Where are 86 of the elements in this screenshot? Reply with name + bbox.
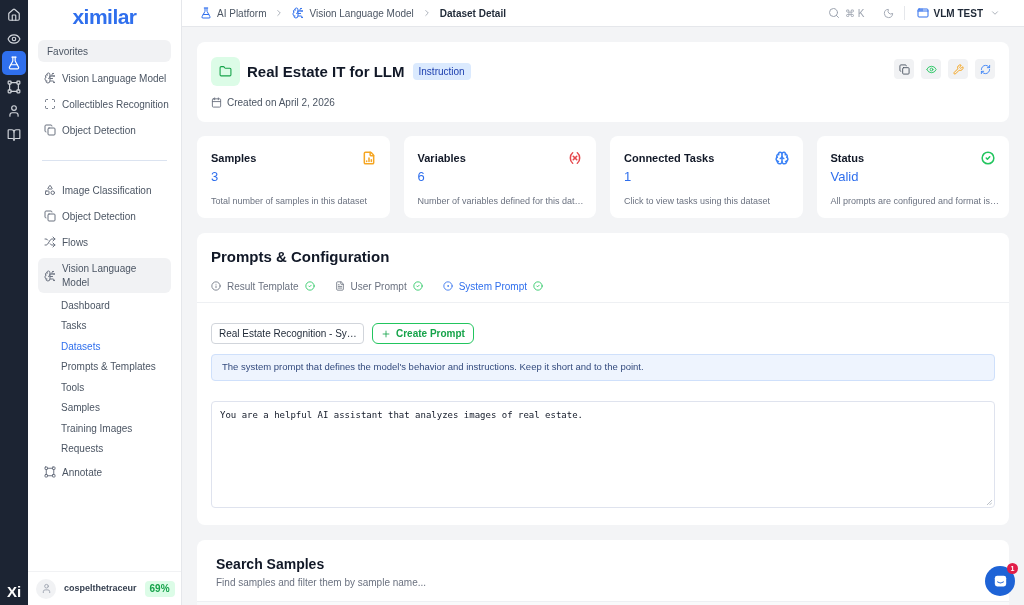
stat-description: Click to view tasks using this dataset: [624, 195, 771, 207]
moon-icon: [882, 7, 894, 19]
section-subtitle: Find samples and filter them by sample name...: [216, 576, 427, 589]
theme-toggle[interactable]: [882, 7, 894, 19]
info-icon: [211, 281, 221, 291]
window-icon: [916, 7, 929, 19]
stat-title: Status: [830, 151, 865, 165]
sidebar-item[interactable]: Flows: [38, 229, 171, 255]
prompt-text-area[interactable]: You are a helpful AI assistant that analyzes images of real estate.: [211, 401, 995, 508]
home-icon: [7, 8, 21, 22]
dataset-title: Real Estate IT for LLM: [247, 63, 405, 81]
stat-title: Variables: [417, 151, 466, 165]
resize-grip-icon: [987, 500, 992, 505]
usage-badge: 69%: [144, 580, 175, 597]
info-message: The system prompt that defines the model's behavior and instructions. Keep it short and to the point.: [211, 354, 995, 381]
sidebar-item[interactable]: Object Detection: [38, 117, 171, 143]
sidebar-subitem[interactable]: Samples: [61, 397, 171, 418]
prompt-tab[interactable]: System Prompt: [442, 279, 543, 293]
sidebar-subitem[interactable]: Tools: [61, 377, 171, 398]
sidebar-item[interactable]: Vision Language Model: [38, 65, 171, 91]
rail-button[interactable]: [2, 51, 26, 75]
stat-description: All prompts are configured and format is…: [830, 195, 1000, 207]
sidebar-subitem[interactable]: Datasets: [61, 336, 171, 357]
section-title: Search Samples: [216, 556, 325, 573]
refresh-icon: [979, 63, 991, 75]
breadcrumb-link[interactable]: Vision Language Model: [292, 5, 414, 21]
folder-icon: [211, 57, 240, 86]
section-title: Prompts & Configuration: [211, 248, 390, 266]
action-button[interactable]: [975, 59, 995, 79]
vector-square-icon: [7, 80, 21, 94]
brand-mark: Xi: [6, 584, 22, 599]
stat-description: Number of variables defined for this dat…: [417, 195, 584, 207]
stat-value: 3: [211, 169, 219, 185]
breadcrumb-link[interactable]: AI Platform: [200, 5, 267, 21]
sidebar-subitem[interactable]: Dashboard: [61, 295, 171, 316]
brain-circuit-icon: [44, 72, 56, 84]
plus-icon: [381, 328, 391, 339]
copy-icon: [898, 63, 910, 75]
eye-icon: [925, 63, 937, 75]
stat-value: Valid: [830, 169, 859, 185]
sidebar-item[interactable]: Object Detection: [38, 203, 171, 229]
brain-circuit-icon: [44, 269, 56, 282]
overlapping-squares-icon: [44, 210, 56, 222]
flask-icon: [7, 56, 21, 70]
prompt-tab[interactable]: Result Template: [211, 279, 315, 293]
sidebar-item[interactable]: Collectibles Recognition: [38, 91, 171, 117]
sidebar-item[interactable]: Annotate: [38, 459, 171, 485]
action-button[interactable]: [894, 59, 914, 79]
type-badge: Instruction: [412, 63, 471, 80]
brain-circuit-icon: [292, 7, 305, 19]
stat-title: Connected Tasks: [624, 151, 715, 165]
stat-value: 1: [624, 169, 632, 185]
document-icon: [334, 281, 345, 291]
sidebar-subitem[interactable]: Tasks: [61, 315, 171, 336]
calendar-icon: [211, 97, 222, 108]
prompt-tab[interactable]: User Prompt: [334, 279, 423, 293]
flask-icon: [200, 7, 212, 19]
shuffle-icon: [44, 236, 56, 248]
wrench-icon: [952, 63, 964, 75]
workspace-selector[interactable]: VLM TEST: [916, 5, 1000, 21]
circle-dot-icon: [442, 281, 453, 291]
user-icon: [7, 104, 21, 118]
sidebar-subitem[interactable]: Training Images: [61, 418, 171, 439]
user-name: cospelthetraceur: [64, 581, 137, 595]
scan-frame-icon: [44, 98, 56, 110]
chat-bubble-icon: [993, 574, 1007, 588]
chevron-down-icon: [990, 8, 1000, 18]
overlapping-squares-icon: [44, 124, 56, 136]
stat-description: Total number of samples in this dataset: [211, 195, 368, 207]
sidebar-item[interactable]: Image Classification: [38, 177, 171, 203]
breadcrumb-link[interactable]: Dataset Detail: [439, 5, 506, 21]
eye-icon: [7, 32, 21, 46]
avatar-icon: [36, 578, 56, 599]
stat-title: Samples: [211, 151, 257, 165]
sidebar-subitem[interactable]: Prompts & Templates: [61, 356, 171, 377]
book-icon: [7, 128, 21, 142]
vector-square-icon: [44, 466, 56, 478]
logo: ximilar: [72, 5, 137, 27]
sidebar-item[interactable]: Vision Language Model: [38, 258, 171, 293]
created-date: Created on April 2, 2026: [227, 96, 335, 110]
stat-value: 6: [417, 169, 425, 185]
sidebar-subitem[interactable]: Requests: [61, 438, 171, 459]
search-icon: [828, 7, 841, 19]
favorites-header: Favorites: [38, 40, 171, 62]
shapes-icon: [44, 184, 56, 196]
prompt-select[interactable]: Real Estate Recognition - Sy…: [211, 323, 364, 344]
